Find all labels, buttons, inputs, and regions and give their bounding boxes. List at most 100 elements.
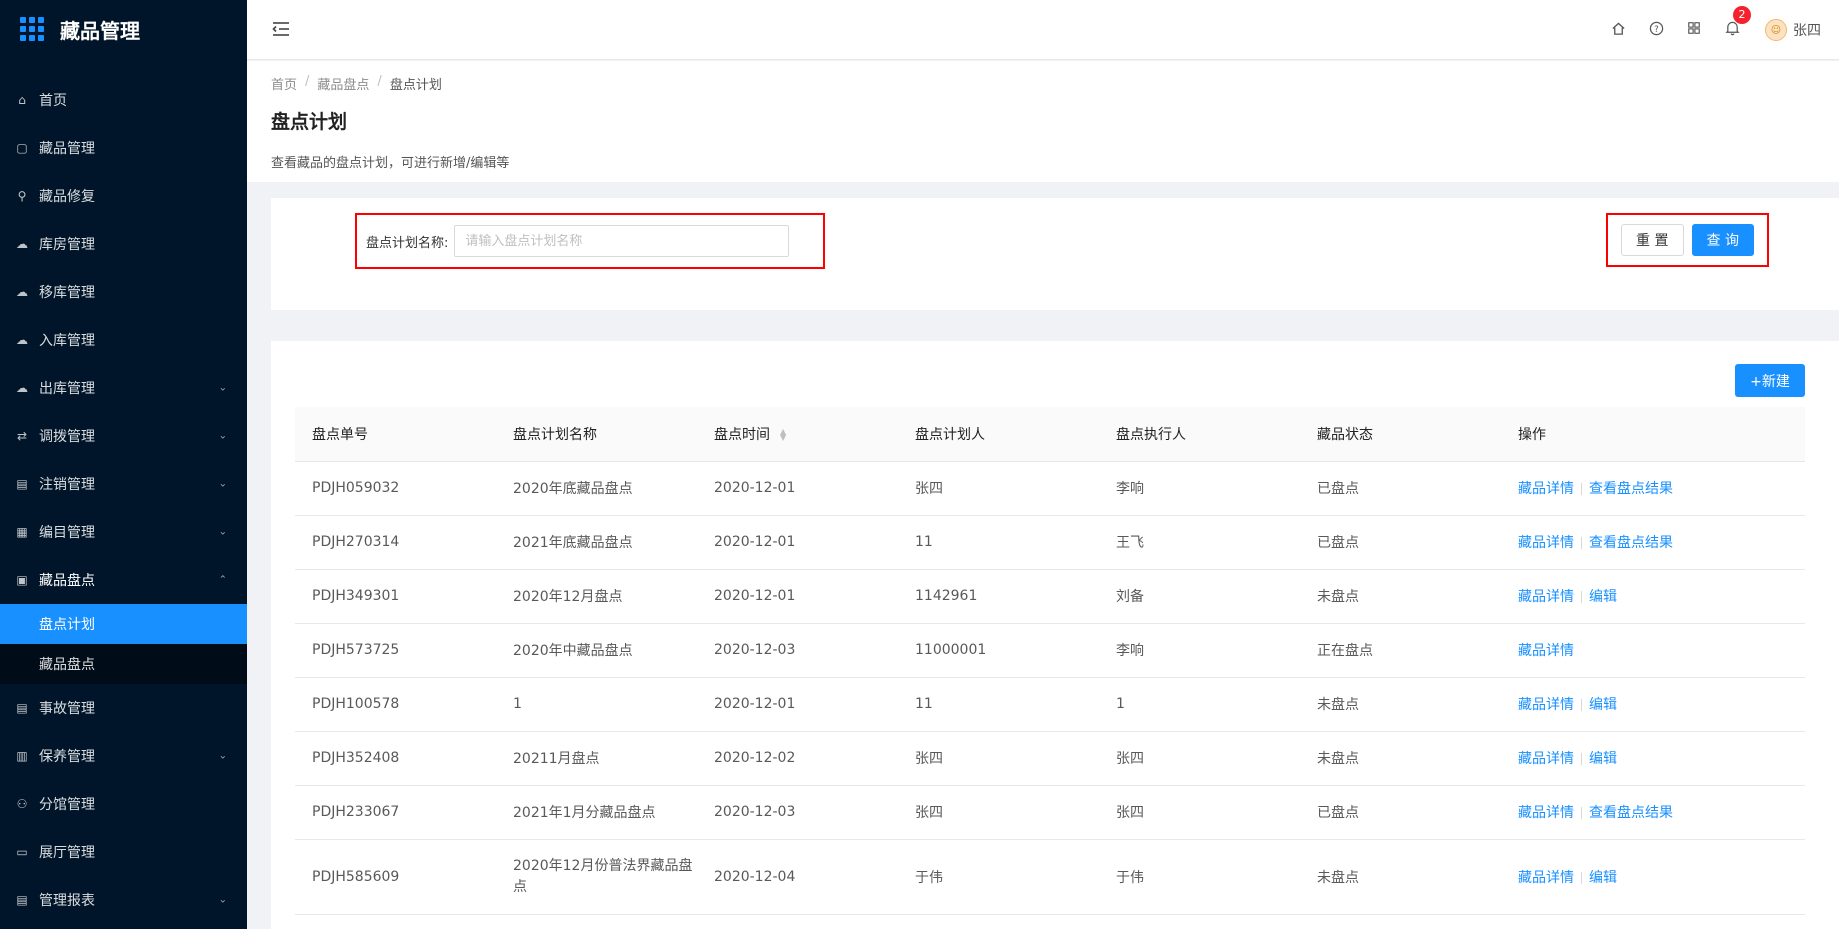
sidebar-item-11[interactable]: ▤ 事故管理 <box>0 684 247 732</box>
view-result-link[interactable]: 查看盘点结果 <box>1589 535 1673 551</box>
cell-date: 2020-12-01 <box>697 569 898 624</box>
cell-executor: 张四 <box>1099 731 1300 786</box>
help-icon[interactable]: ? <box>1637 21 1675 40</box>
col-header-date[interactable]: 盘点时间 ▲ ▼ <box>697 407 898 462</box>
sidebar-submenu: 盘点计划藏品盘点 <box>0 604 247 684</box>
inventory-plan-table: 盘点单号 盘点计划名称 盘点时间 ▲ ▼ 盘点计划人 盘点执行人 藏品状态 操作 P… <box>295 407 1805 915</box>
edit-link[interactable]: 编辑 <box>1589 589 1617 605</box>
incident-icon: ▤ <box>16 701 28 715</box>
cell-date: 2020-12-03 <box>697 785 898 840</box>
cell-id: PDJH233067 <box>295 785 496 840</box>
cell-status: 未盘点 <box>1300 839 1501 915</box>
cell-status: 未盘点 <box>1300 677 1501 732</box>
notification-bell-icon[interactable]: 2 <box>1713 6 1751 40</box>
cell-name: 2020年12月盘点 <box>496 569 697 624</box>
cell-date: 2020-12-01 <box>697 515 898 570</box>
detail-link[interactable]: 藏品详情 <box>1518 643 1574 659</box>
edit-link[interactable]: 编辑 <box>1589 697 1617 713</box>
new-plan-button[interactable]: +新建 <box>1735 364 1805 397</box>
sidebar-item-13[interactable]: ⚇ 分馆管理 <box>0 780 247 828</box>
maintenance-icon: ▥ <box>16 749 28 763</box>
cell-actions: 藏品详情 编辑 <box>1501 677 1805 732</box>
detail-link[interactable]: 藏品详情 <box>1518 870 1574 886</box>
action-divider <box>1581 871 1582 884</box>
table-panel: +新建 盘点单号 盘点计划名称 盘点时间 ▲ ▼ 盘点计划人 盘点执行人 藏品状态 … <box>271 341 1839 929</box>
svg-text:?: ? <box>1654 23 1658 33</box>
sidebar-item-7[interactable]: ⇄ 调拨管理 ⌄ <box>0 412 247 460</box>
sidebar-item-14[interactable]: ▭ 展厅管理 <box>0 828 247 876</box>
cell-planner: 于伟 <box>898 839 1099 915</box>
detail-link[interactable]: 藏品详情 <box>1518 589 1574 605</box>
action-divider <box>1581 699 1582 711</box>
cell-status: 未盘点 <box>1300 569 1501 624</box>
cell-actions: 藏品详情 编辑 <box>1501 839 1805 915</box>
cell-id: PDJH585609 <box>295 839 496 915</box>
cell-status: 正在盘点 <box>1300 623 1501 678</box>
breadcrumb-inventory[interactable]: 藏品盘点 <box>317 74 369 93</box>
download-cloud-icon: ☁ <box>16 381 28 395</box>
reset-button[interactable]: 重 置 <box>1621 224 1684 256</box>
cell-status: 已盘点 <box>1300 461 1501 516</box>
chevron-down-icon: ⌄ <box>218 894 227 906</box>
page-header: 首页 / 藏品盘点 / 盘点计划 盘点计划 查看藏品的盘点计划，可进行新增/编辑… <box>247 61 1839 182</box>
cell-executor: 李响 <box>1099 623 1300 678</box>
detail-link[interactable]: 藏品详情 <box>1518 697 1574 713</box>
action-divider <box>1581 483 1582 495</box>
user-menu[interactable]: ☺ 张四 <box>1765 19 1821 41</box>
sidebar-item-15[interactable]: ▤ 管理报表 ⌄ <box>0 876 247 924</box>
cell-name: 2021年底藏品盘点 <box>496 515 697 570</box>
cell-name: 2020年中藏品盘点 <box>496 623 697 678</box>
sidebar-item-10[interactable]: ▣ 藏品盘点 ⌃ <box>0 556 247 604</box>
apps-icon[interactable] <box>1675 21 1713 39</box>
col-header-actions: 操作 <box>1501 407 1805 462</box>
sort-icon[interactable]: ▲ ▼ <box>780 427 786 441</box>
sidebar-subitem-label: 藏品盘点 <box>39 657 95 673</box>
detail-link[interactable]: 藏品详情 <box>1518 751 1574 767</box>
chevron-down-icon: ⌄ <box>218 430 227 442</box>
cell-executor: 李响 <box>1099 461 1300 516</box>
sidebar-item-8[interactable]: ▤ 注销管理 ⌄ <box>0 460 247 508</box>
sidebar-item-1[interactable]: ▢ 藏品管理 <box>0 124 247 172</box>
table-row: PDJH585609 2020年12月份普法界藏品盘点 2020-12-04 于伟 于伟… <box>295 839 1805 915</box>
sidebar-item-6[interactable]: ☁ 出库管理 ⌄ <box>0 364 247 412</box>
breadcrumb-home[interactable]: 首页 <box>271 74 297 93</box>
sidebar-item-3[interactable]: ☁ 库房管理 <box>0 220 247 268</box>
cell-actions: 藏品详情 查看盘点结果 <box>1501 461 1805 516</box>
view-result-link[interactable]: 查看盘点结果 <box>1589 805 1673 821</box>
detail-link[interactable]: 藏品详情 <box>1518 481 1574 497</box>
sidebar-item-label: 入库管理 <box>39 333 95 349</box>
sidebar-menu: ⌂ 首页 ▢ 藏品管理 ⚲ 藏品修复 ☁ 库房管理 ☁ 移库管理 ☁ 入库管理 ☁ 出库管理 ⌄ ⇄ 调拨管理 ⌄… <box>0 76 247 924</box>
sidebar-item-4[interactable]: ☁ 移库管理 <box>0 268 247 316</box>
upload-cloud-icon: ☁ <box>16 333 28 347</box>
sidebar-item-5[interactable]: ☁ 入库管理 <box>0 316 247 364</box>
col-header-status: 藏品状态 <box>1300 407 1501 462</box>
sidebar-item-2[interactable]: ⚲ 藏品修复 <box>0 172 247 220</box>
plan-name-search-input[interactable] <box>454 225 790 257</box>
edit-link[interactable]: 编辑 <box>1589 870 1617 886</box>
sidebar-item-label: 注销管理 <box>39 477 95 493</box>
cell-actions: 藏品详情 编辑 <box>1501 731 1805 786</box>
chevron-down-icon: ⌄ <box>218 478 227 490</box>
detail-link[interactable]: 藏品详情 <box>1518 535 1574 551</box>
sidebar-subitem-1[interactable]: 藏品盘点 <box>0 644 247 684</box>
menu-collapse-icon[interactable] <box>271 19 291 39</box>
detail-link[interactable]: 藏品详情 <box>1518 805 1574 821</box>
sidebar-item-0[interactable]: ⌂ 首页 <box>0 76 247 124</box>
home-icon[interactable] <box>1599 21 1637 40</box>
cell-name: 2021年1月分藏品盘点 <box>496 785 697 840</box>
query-button[interactable]: 查 询 <box>1691 224 1754 256</box>
sidebar-item-label: 藏品修复 <box>39 189 95 205</box>
cell-date: 2020-12-01 <box>697 461 898 516</box>
view-result-link[interactable]: 查看盘点结果 <box>1589 481 1673 497</box>
edit-link[interactable]: 编辑 <box>1589 751 1617 767</box>
avatar: ☺ <box>1765 19 1787 41</box>
cell-id: PDJH100578 <box>295 677 496 732</box>
sidebar-item-label: 藏品盘点 <box>39 573 95 589</box>
sidebar-item-9[interactable]: ▦ 编目管理 ⌄ <box>0 508 247 556</box>
sidebar-subitem-0[interactable]: 盘点计划 <box>0 604 247 644</box>
col-header-id: 盘点单号 <box>295 407 496 462</box>
app-logo[interactable]: 藏品管理 <box>0 0 247 58</box>
sidebar-item-12[interactable]: ▥ 保养管理 ⌄ <box>0 732 247 780</box>
search-panel: 盘点计划名称: 重 置 查 询 <box>271 198 1839 310</box>
sidebar: 藏品管理 ⌂ 首页 ▢ 藏品管理 ⚲ 藏品修复 ☁ 库房管理 ☁ 移库管理 ☁ 入库管理 ☁ 出库管理 ⌄ ⇄… <box>0 0 247 929</box>
